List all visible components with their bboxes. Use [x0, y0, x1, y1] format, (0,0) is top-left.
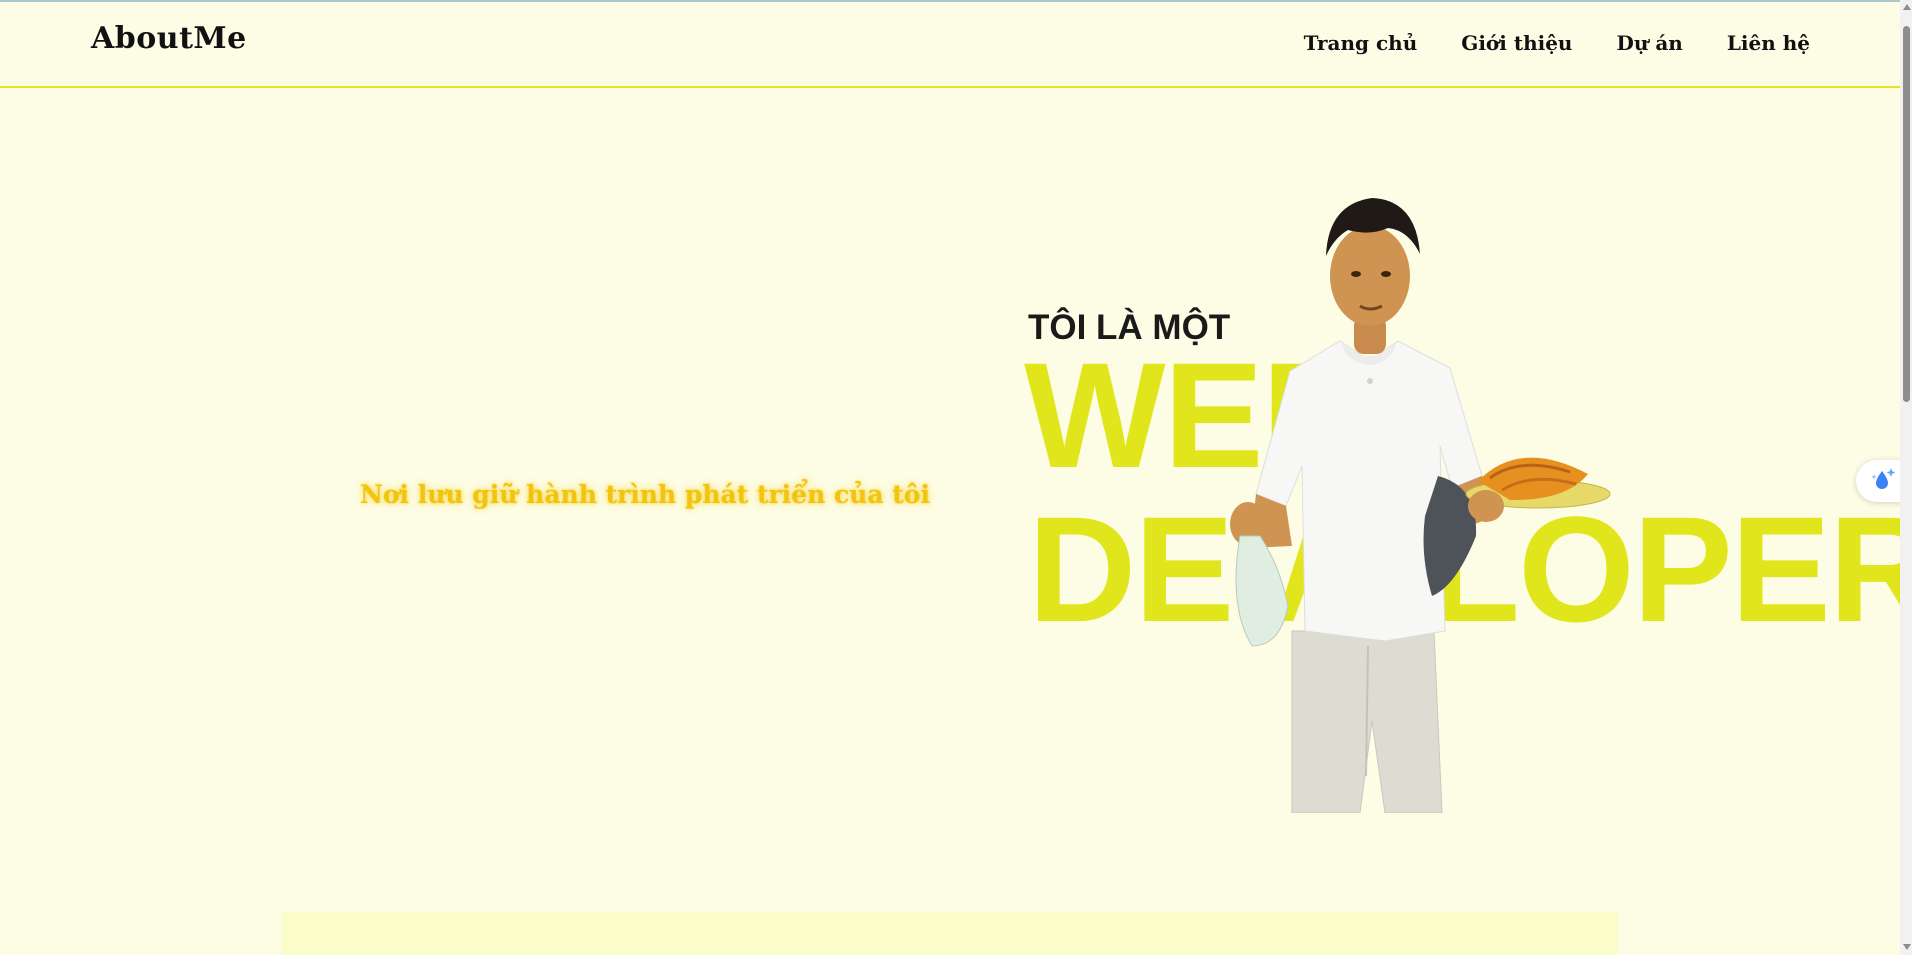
nav-link-home[interactable]: Trang chủ — [1304, 31, 1418, 55]
scroll-down-arrow-icon[interactable] — [1903, 944, 1911, 950]
scrollbar-thumb[interactable] — [1903, 26, 1910, 402]
hero-portrait-image — [1230, 198, 1611, 813]
nav-link-projects[interactable]: Dự án — [1616, 31, 1682, 55]
nav-links: Trang chủ Giới thiệu Dự án Liên hệ — [1304, 31, 1810, 55]
hero-tagline: Nơi lưu giữ hành trình phát triển của tô… — [360, 480, 930, 509]
vertical-scrollbar[interactable] — [1900, 0, 1912, 955]
nav-link-about[interactable]: Giới thiệu — [1461, 31, 1572, 55]
brand-logo[interactable]: AboutMe — [91, 21, 247, 56]
scroll-up-arrow-icon[interactable] — [1903, 4, 1911, 10]
sparkle-drop-icon — [1870, 465, 1898, 497]
nav-link-contact[interactable]: Liên hệ — [1727, 31, 1810, 55]
navbar: AboutMe Trang chủ Giới thiệu Dự án Liên … — [0, 2, 1900, 88]
next-section-preview — [282, 912, 1618, 955]
